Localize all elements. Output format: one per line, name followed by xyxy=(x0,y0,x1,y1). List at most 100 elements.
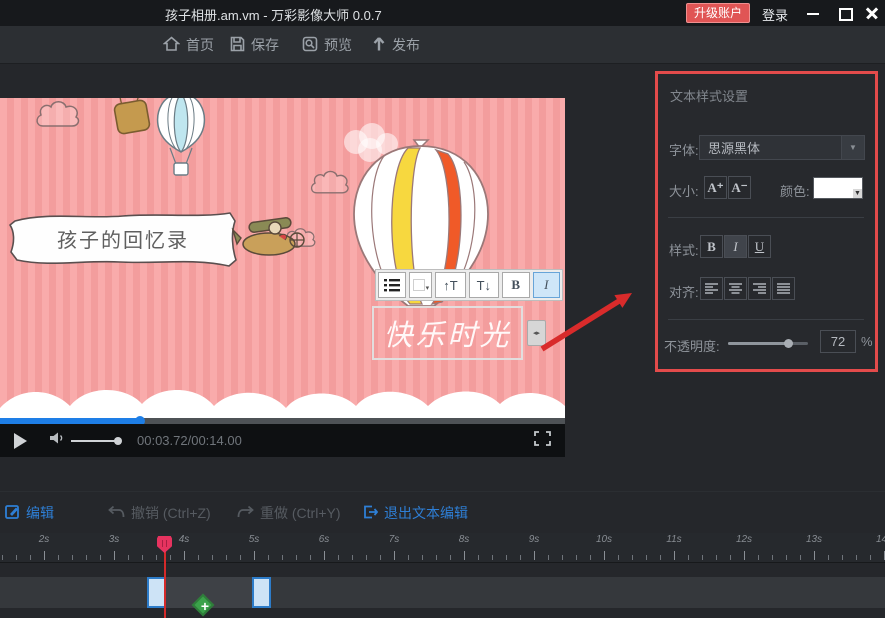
upgrade-account-button[interactable]: 升级账户 xyxy=(686,3,750,23)
ruler-tick xyxy=(730,555,731,560)
chevron-down-icon: ▼ xyxy=(853,189,862,198)
align-left-icon xyxy=(705,283,718,294)
underline-style-button[interactable]: U xyxy=(748,235,771,258)
undo-button[interactable]: 撤销 (Ctrl+Z) xyxy=(108,492,211,534)
ruler-tick xyxy=(240,555,241,560)
font-decrease-button[interactable]: T↓ xyxy=(469,272,499,298)
ruler-tick xyxy=(814,551,815,560)
opacity-unit: % xyxy=(861,334,873,349)
ruler-tick xyxy=(576,555,577,560)
ruler-tick xyxy=(156,555,157,560)
preview-button[interactable]: 预览 xyxy=(302,26,352,64)
ruler-tick xyxy=(520,555,521,560)
bold-button[interactable]: B xyxy=(502,272,530,298)
bullet-list-button[interactable] xyxy=(378,272,406,298)
align-center-icon xyxy=(729,283,742,294)
title-banner[interactable]: 孩子的回忆录 xyxy=(8,208,238,270)
ruler-tick xyxy=(100,555,101,560)
ruler-tick xyxy=(478,555,479,560)
ruler-tick xyxy=(702,555,703,560)
ruler-tick xyxy=(128,555,129,560)
cloud-outline-art xyxy=(33,98,83,134)
edit-button[interactable]: 编辑 xyxy=(5,492,54,534)
playhead-marker[interactable] xyxy=(157,536,172,553)
home-button[interactable]: 首页 xyxy=(163,26,214,64)
ruler-tick xyxy=(548,555,549,560)
opacity-slider-thumb[interactable] xyxy=(784,339,793,348)
ruler-tick xyxy=(58,555,59,560)
ruler-label: 6s xyxy=(319,534,330,545)
text-edit-box[interactable]: 快乐时光 xyxy=(372,306,523,360)
plane-art xyxy=(231,210,313,270)
ruler-tick xyxy=(786,555,787,560)
ruler-tick xyxy=(870,555,871,560)
edit-pencil-icon xyxy=(5,504,20,522)
align-left-button[interactable] xyxy=(700,277,723,300)
preview-icon xyxy=(302,36,318,55)
ruler-tick xyxy=(310,555,311,560)
ruler-label: 3s xyxy=(109,534,120,545)
maximize-button[interactable] xyxy=(831,0,857,26)
exit-text-edit-label: 退出文本编辑 xyxy=(384,503,468,523)
align-right-button[interactable] xyxy=(748,277,771,300)
exit-text-edit-button[interactable]: 退出文本编辑 xyxy=(363,492,468,534)
ruler-label: 5s xyxy=(249,534,260,545)
play-button[interactable] xyxy=(14,433,27,449)
align-center-button[interactable] xyxy=(724,277,747,300)
ruler-label: 11s xyxy=(666,534,681,545)
ruler-tick xyxy=(30,555,31,560)
chevron-down-icon: ▾ xyxy=(426,284,430,292)
edit-bar: 编辑 撤销 (Ctrl+Z) 重做 (Ctrl+Y) 退出文本编辑 xyxy=(0,491,885,533)
font-size-increase-button[interactable]: A⁺ xyxy=(704,176,727,199)
align-justify-button[interactable] xyxy=(772,277,795,300)
ruler-tick xyxy=(772,555,773,560)
ruler-tick xyxy=(170,555,171,560)
volume-slider[interactable] xyxy=(71,440,119,442)
fullscreen-button[interactable] xyxy=(534,431,551,451)
opacity-slider[interactable] xyxy=(728,342,808,345)
text-track[interactable]: + xyxy=(0,577,885,608)
publish-button[interactable]: 发布 xyxy=(372,26,420,64)
text-color-button[interactable]: ▾ xyxy=(409,272,432,298)
preview-label: 预览 xyxy=(324,35,352,55)
ruler-tick xyxy=(646,555,647,560)
ruler-tick xyxy=(604,551,605,560)
application-window: 孩子相册.am.vm - 万彩影像大师 0.0.7 升级账户 登录 首页 保存 … xyxy=(0,0,885,618)
italic-style-button[interactable]: I xyxy=(724,235,747,258)
font-increase-button[interactable]: ↑T xyxy=(435,272,465,298)
volume-thumb[interactable] xyxy=(114,437,122,445)
blue-balloon-art xyxy=(152,98,210,184)
playhead-line[interactable] xyxy=(164,551,166,618)
minimize-button[interactable] xyxy=(800,0,826,26)
volume-icon[interactable] xyxy=(49,431,65,450)
ruler-tick xyxy=(590,555,591,560)
video-preview-canvas[interactable]: 孩子的回忆录 ▾ ↑T xyxy=(0,98,565,418)
ruler-tick xyxy=(632,555,633,560)
save-button[interactable]: 保存 xyxy=(230,26,279,64)
bold-style-button[interactable]: B xyxy=(700,235,723,258)
ruler-tick xyxy=(450,555,451,560)
ruler-tick xyxy=(296,555,297,560)
redo-button[interactable]: 重做 (Ctrl+Y) xyxy=(237,492,341,534)
window-title: 孩子相册.am.vm - 万彩影像大师 0.0.7 xyxy=(165,5,382,24)
timeline-tracks[interactable]: + xyxy=(0,563,885,618)
size-label: 大小: xyxy=(669,181,699,200)
opacity-input[interactable] xyxy=(820,330,856,353)
ruler-tick xyxy=(506,555,507,560)
ruler-tick xyxy=(282,555,283,560)
login-button[interactable]: 登录 xyxy=(762,5,788,24)
ruler-tick xyxy=(744,551,745,560)
soft-cloud-art xyxy=(340,122,404,172)
font-size-decrease-button[interactable]: A⁻ xyxy=(728,176,751,199)
font-color-swatch[interactable]: ▼ xyxy=(813,177,863,199)
ruler-tick xyxy=(366,555,367,560)
ruler-label: 7s xyxy=(389,534,400,545)
close-button[interactable] xyxy=(859,0,885,26)
align-right-icon xyxy=(753,283,766,294)
clip-end-handle[interactable] xyxy=(252,577,271,608)
font-family-select[interactable]: 思源黑体 ▼ xyxy=(699,135,865,160)
timeline-ruler[interactable]: 2s3s4s5s6s7s8s9s10s11s12s13s14s xyxy=(0,533,885,563)
ruler-tick xyxy=(198,555,199,560)
ruler-label: 2s xyxy=(39,534,50,545)
redo-label: 重做 (Ctrl+Y) xyxy=(260,503,341,523)
